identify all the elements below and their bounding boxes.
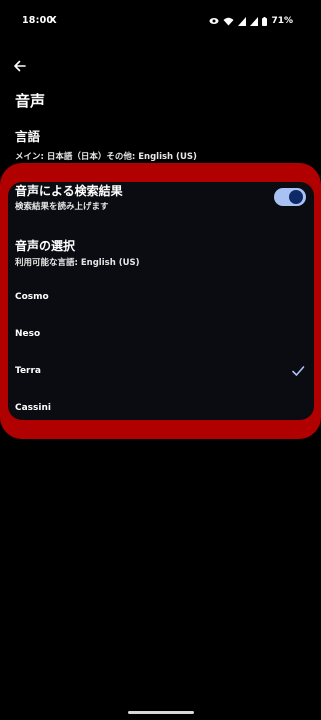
voice-option-cosmo[interactable]: Cosmo <box>15 290 305 310</box>
home-indicator[interactable] <box>128 711 194 714</box>
status-icons: 71% <box>209 14 293 28</box>
signal-icon <box>250 16 259 26</box>
language-subtitle: メイン: 日本語（日本）その他: English (US) <box>15 152 197 162</box>
battery-percent: 71% <box>271 16 293 26</box>
voice-search-result-title: 音声による検索結果 <box>15 184 123 198</box>
voice-search-toggle[interactable] <box>274 188 306 206</box>
voice-search-result-subtitle: 検索結果を読み上げます <box>15 202 109 212</box>
voice-selection-title: 音声の選択 <box>15 239 76 253</box>
voice-option-label: Neso <box>15 329 41 339</box>
voice-search-result-row[interactable]: 音声による検索結果 検索結果を読み上げます <box>15 182 313 222</box>
language-setting[interactable]: 言語 メイン: 日本語（日本）その他: English (US) <box>15 126 305 162</box>
voice-option-neso[interactable]: Neso <box>15 327 305 347</box>
voice-option-label: Cosmo <box>15 292 49 302</box>
eye-icon <box>209 18 219 24</box>
wifi-icon <box>223 17 234 25</box>
voice-option-terra[interactable]: Terra <box>15 364 305 384</box>
language-title: 言語 <box>15 129 41 144</box>
voice-option-label: Terra <box>15 366 41 376</box>
status-bar: 18:00 X 71% <box>0 0 321 44</box>
voice-option-cassini[interactable]: Cassini <box>15 401 305 421</box>
back-button[interactable] <box>10 56 30 76</box>
back-arrow-icon <box>14 60 26 72</box>
battery-icon <box>262 16 268 26</box>
toggle-knob <box>289 190 303 204</box>
page-title: 音声 <box>15 92 46 110</box>
voice-option-label: Cassini <box>15 403 51 413</box>
signal-icon <box>238 16 247 26</box>
check-icon <box>292 366 305 376</box>
x-app-icon: X <box>49 15 57 26</box>
voice-selection-subtitle: 利用可能な言語: English (US) <box>15 258 140 268</box>
